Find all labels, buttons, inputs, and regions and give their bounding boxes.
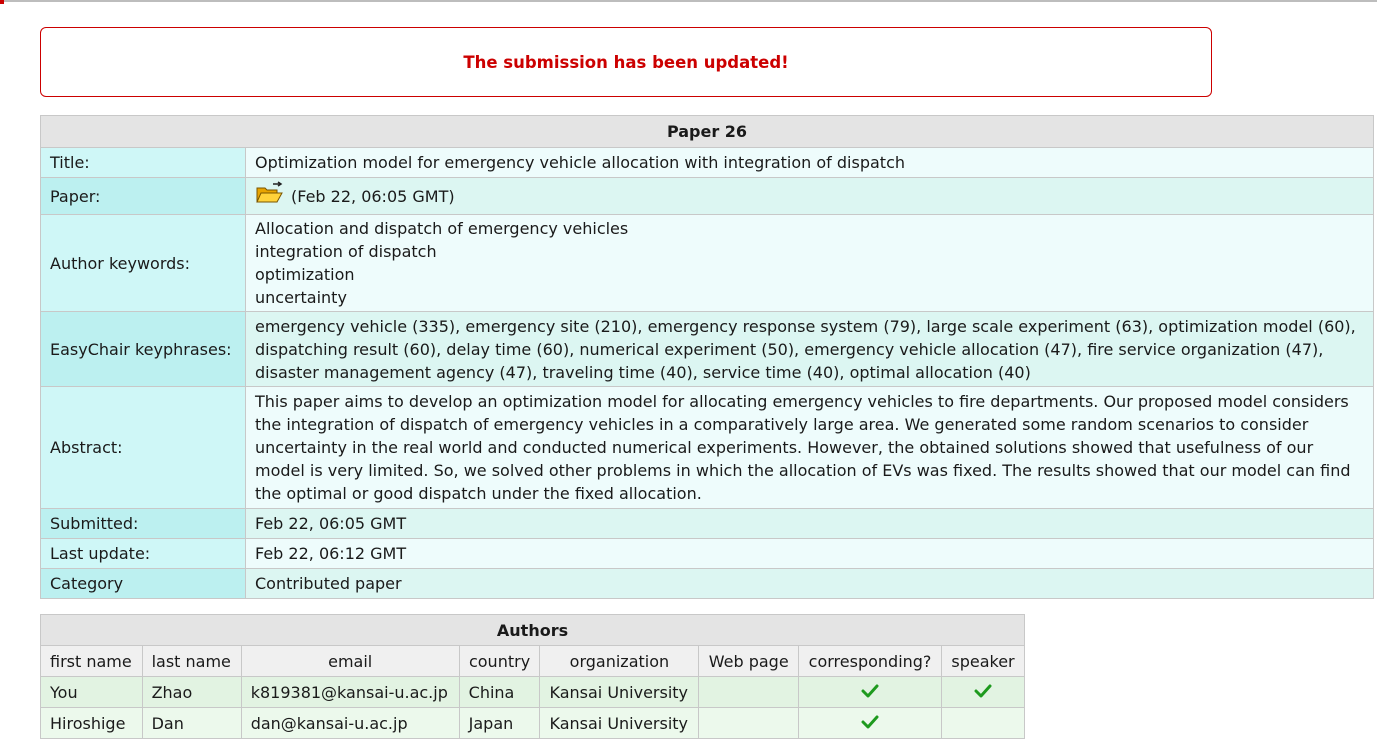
title-row: Title: Optimization model for emergency … (40, 147, 1374, 178)
title-label: Title: (40, 147, 246, 178)
author-web-page (698, 676, 800, 708)
paper-table: Paper 26 Title: Optimization model for e… (40, 115, 1374, 599)
col-organization: organization (539, 645, 700, 677)
paper-date: (Feb 22, 06:05 GMT) (291, 187, 455, 206)
submitted-row: Submitted: Feb 22, 06:05 GMT (40, 508, 1374, 539)
paper-value: (Feb 22, 06:05 GMT) (245, 177, 1374, 215)
author-row: You Zhao k819381@kansai-u.ac.jp China Ka… (40, 676, 1025, 708)
col-last-name: last name (141, 645, 242, 677)
top-corner-mark (0, 0, 4, 4)
author-last-name: Zhao (141, 676, 242, 708)
authors-header-row: first name last name email country organ… (40, 645, 1025, 677)
keyword-item: uncertainty (255, 288, 347, 307)
author-row: Hiroshige Dan dan@kansai-u.ac.jp Japan K… (40, 707, 1025, 739)
col-country: country (458, 645, 541, 677)
keyword-item: optimization (255, 265, 355, 284)
title-value: Optimization model for emergency vehicle… (245, 147, 1374, 178)
author-first-name: You (40, 676, 143, 708)
keyphrases-row: EasyChair keyphrases: emergency vehicle … (40, 311, 1374, 387)
abstract-value: This paper aims to develop an optimizati… (245, 386, 1374, 509)
category-label: Category (40, 568, 246, 599)
category-row: Category Contributed paper (40, 568, 1374, 599)
author-country: China (458, 676, 541, 708)
keywords-label: Author keywords: (40, 214, 246, 312)
author-organization: Kansai University (539, 707, 700, 739)
last-update-value: Feb 22, 06:12 GMT (245, 538, 1374, 569)
authors-heading: Authors (40, 614, 1025, 646)
checkmark-icon (974, 684, 992, 697)
keyword-item: integration of dispatch (255, 242, 437, 261)
last-update-row: Last update: Feb 22, 06:12 GMT (40, 538, 1374, 569)
author-email: k819381@kansai-u.ac.jp (240, 676, 460, 708)
author-first-name: Hiroshige (40, 707, 143, 739)
submitted-value: Feb 22, 06:05 GMT (245, 508, 1374, 539)
keywords-value: Allocation and dispatch of emergency veh… (245, 214, 1374, 312)
submitted-label: Submitted: (40, 508, 246, 539)
author-organization: Kansai University (539, 676, 700, 708)
author-web-page (698, 707, 800, 739)
author-country: Japan (458, 707, 541, 739)
author-last-name: Dan (141, 707, 242, 739)
update-notice: The submission has been updated! (40, 27, 1212, 97)
col-first-name: first name (40, 645, 143, 677)
keyphrases-label: EasyChair keyphrases: (40, 311, 246, 387)
col-corresponding: corresponding? (798, 645, 943, 677)
notice-message: The submission has been updated! (463, 52, 789, 72)
author-corresponding (798, 707, 943, 739)
abstract-label: Abstract: (40, 386, 246, 509)
abstract-row: Abstract: This paper aims to develop an … (40, 386, 1374, 509)
top-border (0, 0, 1377, 2)
keywords-row: Author keywords: Allocation and dispatch… (40, 214, 1374, 312)
paper-row: Paper: (Feb 22, 06:05 GMT) (40, 177, 1374, 215)
author-email: dan@kansai-u.ac.jp (240, 707, 460, 739)
paper-label: Paper: (40, 177, 246, 215)
checkmark-icon (861, 684, 879, 697)
authors-table: Authors first name last name email count… (40, 614, 1025, 739)
last-update-label: Last update: (40, 538, 246, 569)
checkmark-icon (861, 715, 879, 728)
author-speaker (941, 707, 1025, 739)
keyphrases-value: emergency vehicle (335), emergency site … (245, 311, 1374, 387)
paper-heading: Paper 26 (40, 115, 1374, 148)
author-corresponding (798, 676, 943, 708)
col-email: email (240, 645, 460, 677)
col-speaker: speaker (941, 645, 1025, 677)
keyword-item: Allocation and dispatch of emergency veh… (255, 219, 629, 238)
folder-open-icon[interactable] (255, 181, 283, 211)
col-web-page: Web page (698, 645, 800, 677)
category-value: Contributed paper (245, 568, 1374, 599)
author-speaker (941, 676, 1025, 708)
